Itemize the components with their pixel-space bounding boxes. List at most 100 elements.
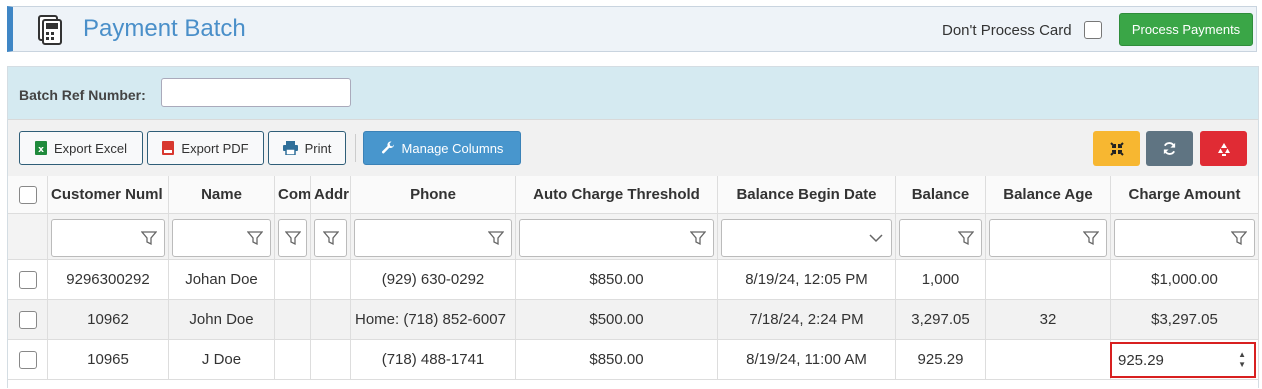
filter-balance-age-input[interactable] (989, 219, 1107, 257)
filter-cell-threshold (516, 214, 718, 260)
col-phone[interactable]: Phone (351, 176, 516, 214)
cell-customer: 10962 (48, 300, 169, 340)
manage-columns-label: Manage Columns (401, 140, 504, 156)
filter-threshold-input[interactable] (519, 219, 714, 257)
filter-begin-date-select[interactable] (721, 219, 892, 257)
filter-icon (690, 231, 706, 246)
table-row[interactable]: 9296300292 Johan Doe (929) 630-0292 $850… (8, 260, 1259, 300)
filter-address-input[interactable] (314, 219, 347, 257)
row-select-cell (8, 340, 48, 380)
batch-ref-label: Batch Ref Number: (19, 87, 146, 103)
cell-name: J Doe (169, 340, 275, 380)
filter-icon (247, 231, 263, 246)
process-payments-button[interactable]: Process Payments (1119, 13, 1253, 46)
row-checkbox[interactable] (18, 310, 37, 329)
batch-ref-input[interactable] (161, 78, 351, 107)
export-pdf-label: Export PDF (181, 140, 249, 156)
cell-balance: 3,297.05 (896, 300, 986, 340)
filter-cell-com (275, 214, 311, 260)
row-select-cell (8, 300, 48, 340)
filter-cell-balance (896, 214, 986, 260)
row-select-cell (8, 260, 48, 300)
page-title: Payment Batch (83, 15, 246, 42)
filter-cell-address (311, 214, 351, 260)
col-balance-age[interactable]: Balance Age (986, 176, 1111, 214)
table-row[interactable]: 10965 J Doe (718) 488-1741 $850.00 8/19/… (8, 340, 1259, 380)
cell-balance-age (986, 260, 1111, 300)
cell-threshold: $500.00 (516, 300, 718, 340)
col-name[interactable]: Name (169, 176, 275, 214)
filter-com-input[interactable] (278, 219, 307, 257)
cell-customer: 10965 (48, 340, 169, 380)
cell-charge-amount[interactable]: $1,000.00 (1111, 260, 1259, 300)
row-checkbox[interactable] (18, 270, 37, 289)
filter-icon (285, 231, 301, 246)
compress-icon (1109, 141, 1124, 156)
filter-icon (958, 231, 974, 246)
filter-icon (1231, 231, 1247, 246)
refresh-icon (1163, 142, 1176, 155)
excel-icon: x (35, 141, 47, 155)
filter-icon (488, 231, 504, 246)
col-customer-number[interactable]: Customer Numl (48, 176, 169, 214)
refresh-button[interactable] (1146, 131, 1193, 166)
cell-customer: 9296300292 (48, 260, 169, 300)
payment-terminal-icon (38, 15, 62, 45)
filter-name-input[interactable] (172, 219, 271, 257)
print-icon (282, 141, 298, 155)
col-com[interactable]: Com (275, 176, 311, 214)
filter-icon (1083, 231, 1099, 246)
cell-com (275, 260, 311, 300)
row-checkbox[interactable] (18, 350, 37, 369)
wrench-icon (381, 141, 394, 154)
export-excel-button[interactable]: x Export Excel (19, 131, 143, 165)
cell-charge-amount[interactable]: $3,297.05 (1111, 300, 1259, 340)
cell-phone: (929) 630-0292 (351, 260, 516, 300)
chevron-down-icon (869, 234, 883, 243)
col-balance-begin-date[interactable]: Balance Begin Date (718, 176, 896, 214)
export-excel-label: Export Excel (54, 140, 127, 156)
filter-cell-customer (48, 214, 169, 260)
select-all-checkbox[interactable] (18, 185, 37, 204)
grid-toolbar: x Export Excel Export PDF Print Manage C… (8, 119, 1258, 177)
spin-down-icon[interactable]: ▼ (1238, 360, 1246, 370)
print-label: Print (304, 140, 332, 156)
cell-threshold: $850.00 (516, 260, 718, 300)
spin-up-icon[interactable]: ▲ (1238, 350, 1246, 360)
cell-balance: 925.29 (896, 340, 986, 380)
charge-amount-input[interactable]: 925.29 ▲ ▼ (1110, 342, 1256, 378)
recycle-button[interactable] (1200, 131, 1247, 166)
cell-balance-age: 32 (986, 300, 1111, 340)
filter-charge-input[interactable] (1114, 219, 1255, 257)
col-balance[interactable]: Balance (896, 176, 986, 214)
cell-com (275, 340, 311, 380)
filter-icon (323, 231, 339, 246)
filter-phone-input[interactable] (354, 219, 512, 257)
filter-customer-input[interactable] (51, 219, 165, 257)
svg-text:x: x (38, 145, 44, 155)
cell-name: John Doe (169, 300, 275, 340)
dont-process-card-label: Don't Process Card (942, 22, 1072, 39)
payments-grid: Customer Numl Name Com Addr Phone Auto C… (8, 176, 1259, 389)
dont-process-card-checkbox[interactable] (1084, 21, 1102, 39)
cell-begin-date: 8/19/24, 11:00 AM (718, 340, 896, 380)
cell-balance-age (986, 340, 1111, 380)
recycle-icon (1217, 142, 1230, 156)
collapse-button[interactable] (1093, 131, 1140, 166)
filter-cell-select (8, 214, 48, 260)
filter-cell-name (169, 214, 275, 260)
number-spinner[interactable]: ▲ ▼ (1238, 350, 1246, 370)
filter-balance-input[interactable] (899, 219, 982, 257)
export-pdf-button[interactable]: Export PDF (147, 131, 264, 165)
filter-cell-balance-age (986, 214, 1111, 260)
cell-phone: Home: (718) 852-6007 (351, 300, 516, 340)
col-auto-charge-threshold[interactable]: Auto Charge Threshold (516, 176, 718, 214)
cell-balance: 1,000 (896, 260, 986, 300)
print-button[interactable]: Print (268, 131, 346, 165)
cell-name: Johan Doe (169, 260, 275, 300)
col-charge-amount[interactable]: Charge Amount (1111, 176, 1259, 214)
manage-columns-button[interactable]: Manage Columns (363, 131, 521, 165)
table-row[interactable]: 10962 John Doe Home: (718) 852-6007 $500… (8, 300, 1259, 340)
filter-cell-charge (1111, 214, 1259, 260)
col-address[interactable]: Addr (311, 176, 351, 214)
